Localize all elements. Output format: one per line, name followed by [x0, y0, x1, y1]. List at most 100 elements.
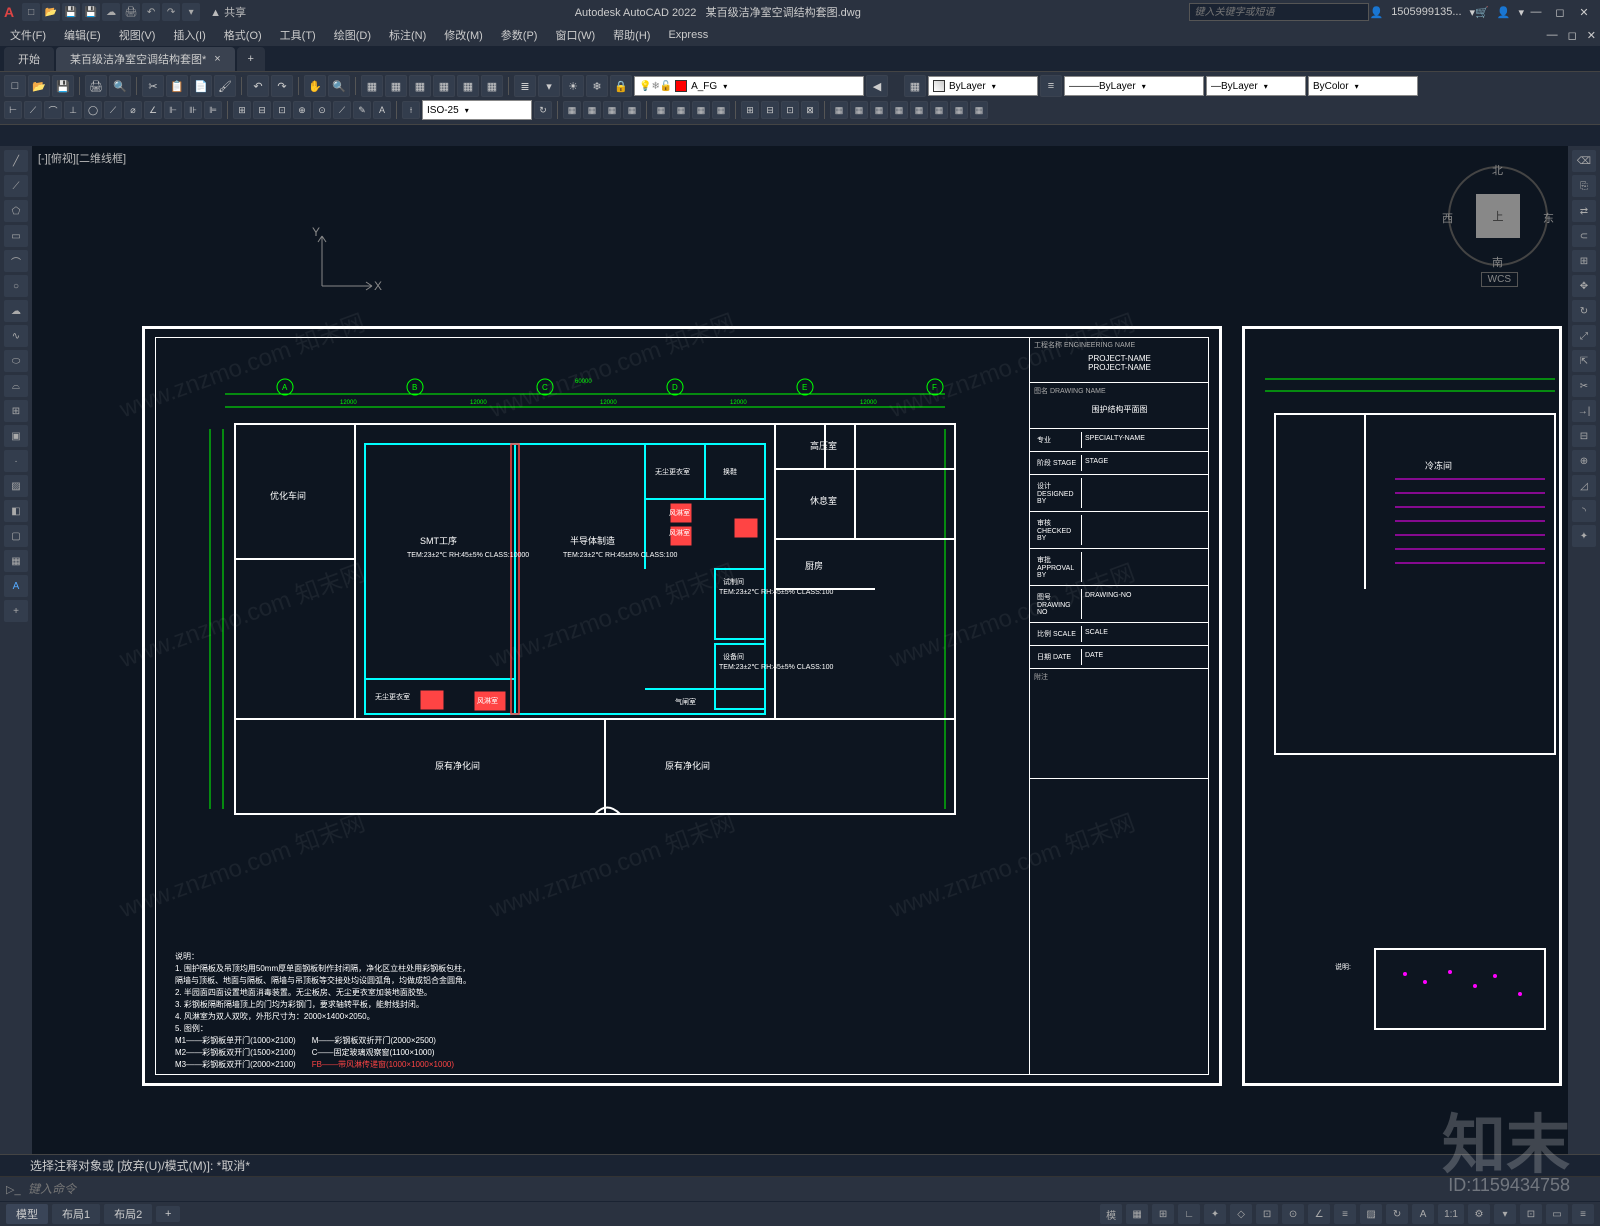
rotate-icon[interactable]: ↻: [1572, 300, 1596, 322]
menu-insert[interactable]: 插入(I): [167, 25, 211, 45]
tb-redo-icon[interactable]: ↷: [271, 75, 293, 97]
tb-open-icon[interactable]: 📂: [28, 75, 50, 97]
tab-close-icon[interactable]: ×: [214, 53, 220, 65]
wcs-label[interactable]: WCS: [1481, 272, 1518, 287]
mod4-icon[interactable]: ▦: [623, 101, 641, 119]
dimstyle-dropdown[interactable]: ISO-25▾: [422, 100, 532, 120]
qat-open-icon[interactable]: 📂: [42, 3, 60, 21]
menu-tools[interactable]: 工具(T): [274, 25, 322, 45]
layout-tab-add-icon[interactable]: +: [156, 1206, 180, 1222]
menu-format[interactable]: 格式(O): [218, 25, 268, 45]
status-custom-icon[interactable]: ≡: [1572, 1204, 1594, 1224]
trim-icon[interactable]: ✂: [1572, 375, 1596, 397]
status-lwt-icon[interactable]: ≡: [1334, 1204, 1356, 1224]
qat-more-icon[interactable]: ▾: [182, 3, 200, 21]
mirror-icon[interactable]: ⇄: [1572, 200, 1596, 222]
c2-icon[interactable]: ⊟: [761, 101, 779, 119]
scale-icon[interactable]: ⤢: [1572, 325, 1596, 347]
point-icon[interactable]: ·: [4, 450, 28, 472]
menu-dimension[interactable]: 标注(N): [383, 25, 432, 45]
layer-states-icon[interactable]: ▾: [538, 75, 560, 97]
menu-edit[interactable]: 编辑(E): [58, 25, 107, 45]
mod1-icon[interactable]: ▦: [563, 101, 581, 119]
tb-ssm-icon[interactable]: ▦: [433, 75, 455, 97]
mtext-icon[interactable]: A: [4, 575, 28, 597]
dim-arc-icon[interactable]: ⌒: [44, 101, 62, 119]
d3-icon[interactable]: ▦: [870, 101, 888, 119]
mod3-icon[interactable]: ▦: [603, 101, 621, 119]
status-ortho-icon[interactable]: ∟: [1178, 1204, 1200, 1224]
dim-jog-icon[interactable]: ⟋: [104, 101, 122, 119]
status-clean-icon[interactable]: ▭: [1546, 1204, 1568, 1224]
c3-icon[interactable]: ⊡: [781, 101, 799, 119]
mod5-icon[interactable]: ▦: [652, 101, 670, 119]
qat-undo-icon[interactable]: ↶: [142, 3, 160, 21]
qat-saveas-icon[interactable]: 💾: [82, 3, 100, 21]
layer-dropdown[interactable]: 💡❄🔓 A_FG▾: [634, 76, 864, 96]
status-monitor-icon[interactable]: ⊡: [1520, 1204, 1542, 1224]
tb-copy-icon[interactable]: 📋: [166, 75, 188, 97]
tb-mark-icon[interactable]: ▦: [457, 75, 479, 97]
center-icon[interactable]: ⊕: [293, 101, 311, 119]
c1-icon[interactable]: ⊞: [741, 101, 759, 119]
doc-restore-icon[interactable]: ◻: [1568, 29, 1577, 42]
tb-cut-icon[interactable]: ✂: [142, 75, 164, 97]
qat-new-icon[interactable]: □: [22, 3, 40, 21]
layout-tab-1[interactable]: 布局1: [52, 1204, 100, 1224]
status-ws-icon[interactable]: ▾: [1494, 1204, 1516, 1224]
block-icon[interactable]: ▣: [4, 425, 28, 447]
status-gear-icon[interactable]: ⚙: [1468, 1204, 1490, 1224]
dim-linear-icon[interactable]: ⊢: [4, 101, 22, 119]
bycolor-dropdown[interactable]: ByColor▾: [1308, 76, 1418, 96]
status-scale[interactable]: 1:1: [1438, 1204, 1464, 1224]
extend-icon[interactable]: →|: [1572, 400, 1596, 422]
status-model-icon[interactable]: 模: [1100, 1204, 1122, 1224]
menu-window[interactable]: 窗口(W): [549, 25, 601, 45]
viewport-label[interactable]: [-][俯视][二维线框]: [38, 150, 126, 166]
menu-modify[interactable]: 修改(M): [438, 25, 489, 45]
user-name[interactable]: 1505999135...: [1391, 6, 1461, 18]
insert-icon[interactable]: ⊞: [4, 400, 28, 422]
command-input[interactable]: [28, 1182, 1594, 1196]
dim-ord-icon[interactable]: ⊥: [64, 101, 82, 119]
close-button[interactable]: ✕: [1572, 6, 1596, 19]
dim-space-icon[interactable]: ⊞: [233, 101, 251, 119]
status-3dosnap-icon[interactable]: ⊙: [1282, 1204, 1304, 1224]
jogline-icon[interactable]: ⟋: [333, 101, 351, 119]
layer-mgr-icon[interactable]: ≣: [514, 75, 536, 97]
chamfer-icon[interactable]: ◿: [1572, 475, 1596, 497]
revcloud-icon[interactable]: ☁: [4, 300, 28, 322]
dim-ang-icon[interactable]: ∠: [144, 101, 162, 119]
tb-paste-icon[interactable]: 📄: [190, 75, 212, 97]
doc-minimize-icon[interactable]: —: [1547, 29, 1558, 41]
plotstyle-dropdown[interactable]: — ByLayer▾: [1206, 76, 1306, 96]
tb-preview-icon[interactable]: 🔍: [109, 75, 131, 97]
c4-icon[interactable]: ⊠: [801, 101, 819, 119]
gradient-icon[interactable]: ◧: [4, 500, 28, 522]
status-grid-icon[interactable]: ▦: [1126, 1204, 1148, 1224]
polygon-icon[interactable]: ⬠: [4, 200, 28, 222]
view-cube[interactable]: 上 北 南 东 西: [1448, 166, 1548, 266]
tb-new-icon[interactable]: □: [4, 75, 26, 97]
layer-freeze-icon[interactable]: ❄: [586, 75, 608, 97]
tb-tp-icon[interactable]: ▦: [409, 75, 431, 97]
layer-iso-icon[interactable]: ☀: [562, 75, 584, 97]
ellarc-icon[interactable]: ⌓: [4, 375, 28, 397]
addsel-icon[interactable]: +: [4, 600, 28, 622]
tb-undo-icon[interactable]: ↶: [247, 75, 269, 97]
share-button[interactable]: ▲ 共享: [210, 4, 246, 20]
break-icon[interactable]: ⊟: [1572, 425, 1596, 447]
layer-prev-icon[interactable]: ◀: [866, 75, 888, 97]
qat-save-icon[interactable]: 💾: [62, 3, 80, 21]
mod6-icon[interactable]: ▦: [672, 101, 690, 119]
a360-icon[interactable]: 👤: [1497, 6, 1511, 19]
tb-prop-icon[interactable]: ▦: [361, 75, 383, 97]
dimupdate-icon[interactable]: ↻: [534, 101, 552, 119]
join-icon[interactable]: ⊕: [1572, 450, 1596, 472]
explode-icon[interactable]: ✦: [1572, 525, 1596, 547]
tab-document[interactable]: 某百级洁净室空调结构套图*×: [56, 47, 235, 71]
arc-icon[interactable]: ⌒: [4, 250, 28, 272]
layer-lock-icon[interactable]: 🔒: [610, 75, 632, 97]
mod8-icon[interactable]: ▦: [712, 101, 730, 119]
inspect-icon[interactable]: ⊙: [313, 101, 331, 119]
